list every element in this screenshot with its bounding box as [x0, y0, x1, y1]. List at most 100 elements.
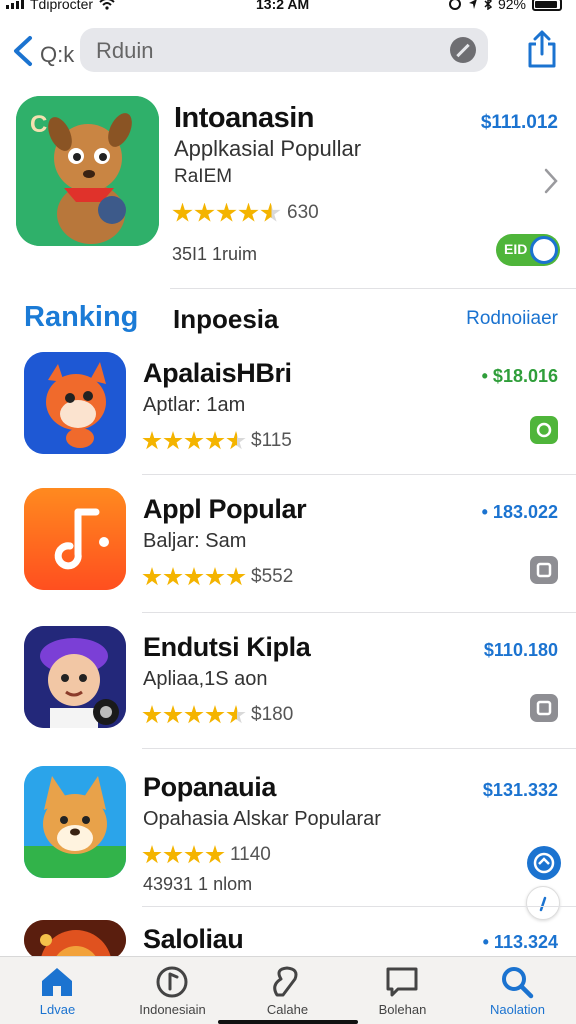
star-icon — [205, 845, 225, 864]
bluetooth-icon — [484, 0, 492, 10]
svg-text:C: C — [30, 111, 47, 138]
app-rating: 1140 — [142, 844, 271, 866]
app-rating: $115 — [142, 430, 292, 452]
featured-app-icon[interactable]: C — [16, 96, 159, 246]
star-icon — [238, 202, 259, 222]
games-icon — [156, 966, 188, 998]
featured-price[interactable]: $111.012 — [481, 112, 558, 134]
signal-icon — [6, 0, 24, 9]
app-name: ApalaisHBri — [143, 358, 292, 388]
star-icon — [163, 845, 183, 864]
star-icon — [142, 567, 162, 586]
app-price[interactable]: • $18.016 — [482, 366, 558, 387]
cloud-download-icon — [533, 852, 555, 874]
featured-size: 35I1 1ruim — [172, 244, 258, 264]
app-name: Saloliau — [143, 924, 244, 954]
info-button[interactable] — [526, 886, 560, 920]
featured-app-developer: RaIEM — [174, 166, 233, 187]
home-indicator[interactable] — [218, 1020, 358, 1024]
app-icon[interactable] — [24, 920, 126, 960]
tab-label: Indonesiain — [139, 1002, 206, 1017]
star-icon — [163, 567, 183, 586]
chat-icon — [386, 967, 418, 997]
star-icon — [216, 202, 237, 222]
search-input[interactable]: Rduin — [80, 28, 488, 72]
tab-games[interactable]: Indonesiain — [115, 957, 230, 1024]
app-category: Opahasia Alskar Popularar — [143, 808, 381, 830]
tab-apps[interactable]: Calahe — [230, 957, 345, 1024]
star-icon — [194, 202, 215, 222]
share-icon[interactable] — [526, 30, 558, 68]
featured-app-card[interactable]: C Intoanasin Applkasial Popullar RaIEM 6… — [0, 96, 576, 286]
tab-label: Calahe — [266, 1002, 309, 1017]
ranking-see-all-link[interactable]: Rodnoiiaer — [466, 308, 558, 330]
star-icon — [184, 705, 204, 724]
music-note-icon — [24, 488, 126, 590]
rating-count: $115 — [251, 430, 292, 451]
app-icon[interactable] — [24, 488, 126, 590]
featured-rating: 630 — [172, 202, 319, 224]
star-rating — [142, 705, 246, 725]
app-category: Baljar: Sam — [143, 530, 247, 552]
star-icon — [184, 431, 204, 450]
status-bar: Tdiprocter 13:2 AM 92% — [0, 0, 576, 14]
app-price[interactable]: $110.180 — [484, 640, 558, 661]
tab-home[interactable]: Ldvae — [0, 957, 115, 1024]
carrier-label: Tdiprocter — [30, 0, 94, 12]
search-query[interactable]: Rduin — [96, 38, 153, 64]
app-price[interactable]: • 183.022 — [482, 502, 558, 523]
tab-search[interactable]: Naolation — [460, 957, 575, 1024]
star-rating — [142, 567, 246, 587]
refresh-icon — [536, 422, 552, 438]
star-half-icon — [226, 431, 246, 450]
status-left: Tdiprocter — [6, 0, 115, 12]
app-list-item[interactable]: ApalaisHBri Aptlar: 1am $115 • $18.016 — [0, 350, 576, 486]
tab-label: Bolehan — [378, 1002, 427, 1017]
featured-app-title: Intoanasin — [174, 102, 315, 134]
divider — [142, 748, 576, 749]
tab-label: Ldvae — [39, 1002, 76, 1017]
lion-mascot-icon — [24, 920, 126, 960]
rating-count: 630 — [287, 202, 319, 223]
download-icon — [536, 562, 552, 578]
back-label[interactable]: Q:k — [40, 42, 74, 68]
app-name: Appl Popular — [143, 494, 307, 524]
app-list-item[interactable]: Appl Popular Baljar: Sam $552 • 183.022 — [0, 486, 576, 622]
download-circle-button[interactable] — [527, 846, 561, 880]
app-size: 43931 1 nlom — [143, 874, 253, 894]
star-icon — [172, 202, 193, 222]
app-list-item[interactable]: Popanauia Opahasia Alskar Popularar 1140… — [0, 764, 576, 920]
app-category: Aptlar: 1am — [143, 394, 246, 416]
app-rating: $180 — [142, 704, 293, 726]
star-icon — [184, 845, 204, 864]
toggle-label: EID — [504, 241, 528, 257]
app-icon[interactable] — [24, 626, 126, 728]
star-icon — [163, 705, 183, 724]
get-button[interactable] — [530, 416, 558, 444]
rating-count: $552 — [251, 566, 294, 587]
divider — [142, 474, 576, 475]
get-button[interactable] — [530, 694, 558, 722]
star-icon — [184, 567, 204, 586]
divider — [142, 906, 576, 907]
app-price[interactable]: $131.332 — [483, 780, 558, 801]
star-half-icon — [226, 705, 246, 724]
divider — [170, 288, 576, 289]
app-list-item[interactable]: Endutsi Kipla Apliaa,1S aon $180 $110.18… — [0, 624, 576, 760]
back-chevron-icon[interactable] — [8, 34, 38, 68]
location-icon — [468, 0, 477, 9]
rating-count: 1140 — [230, 844, 271, 865]
tab-bar: Ldvae Indonesiain Calahe Bolehan Naolati… — [0, 956, 576, 1024]
chevron-right-icon[interactable] — [542, 166, 560, 196]
clear-search-icon[interactable] — [450, 37, 476, 63]
app-name: Endutsi Kipla — [143, 632, 311, 662]
featured-get-toggle[interactable]: EID — [496, 234, 560, 266]
app-icon[interactable] — [24, 352, 126, 454]
get-button[interactable] — [530, 556, 558, 584]
app-icon[interactable] — [24, 766, 126, 878]
apps-icon — [273, 966, 298, 997]
app-price[interactable]: • 113.324 — [483, 932, 558, 953]
featured-app-subtitle: Applkasial Popullar — [174, 136, 362, 161]
info-icon — [539, 896, 547, 912]
tab-chat[interactable]: Bolehan — [345, 957, 460, 1024]
